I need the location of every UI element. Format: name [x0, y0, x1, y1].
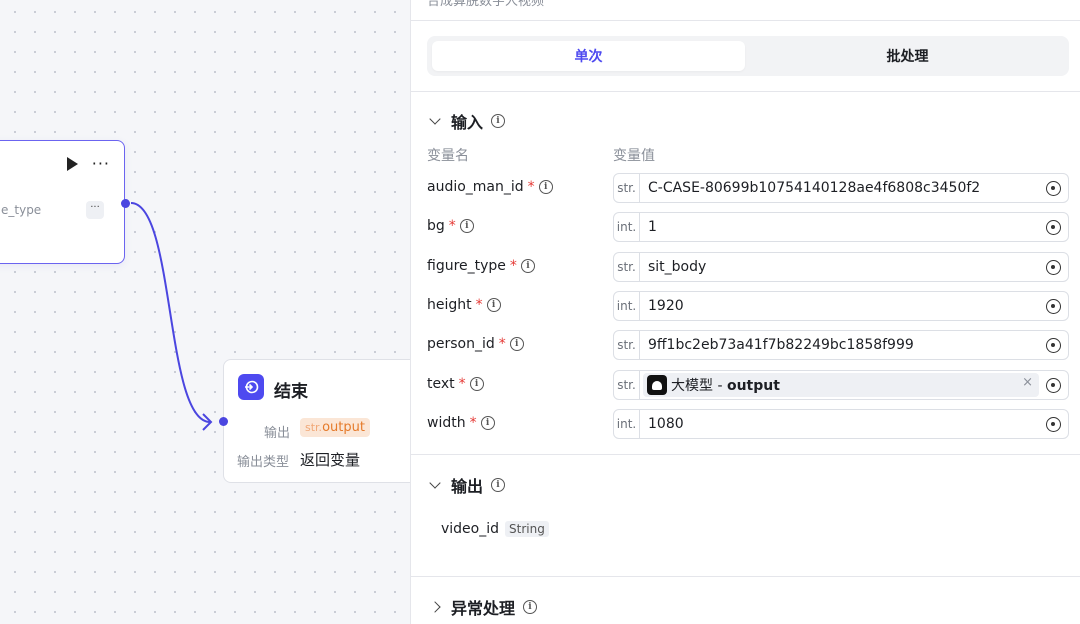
info-icon[interactable]: i — [520, 259, 535, 273]
output-variable-tag: str.output — [300, 418, 370, 437]
type-label: int. — [614, 410, 640, 438]
type-label: str. — [614, 253, 640, 281]
input-section-title: 输入 — [451, 113, 484, 132]
run-mode-tabs: 单次 批处理 — [427, 36, 1069, 76]
variable-reference-icon[interactable] — [1046, 181, 1061, 196]
divider — [411, 576, 1080, 577]
input-section-toggle[interactable]: 输入 i — [427, 109, 506, 133]
end-node-title: 结束 — [274, 382, 308, 402]
output-label: 输出 — [264, 426, 291, 441]
variable-name: person_id * i — [427, 336, 524, 352]
variable-value-field[interactable]: str. C-CASE-80699b10754140128ae4f6808c34… — [613, 173, 1069, 203]
variable-name: audio_man_id * i — [427, 179, 553, 195]
chevron-down-icon — [429, 113, 441, 125]
tab-single[interactable]: 单次 — [432, 41, 745, 71]
output-type-value: 返回变量 — [300, 451, 361, 469]
panel-title: 合成算脱数字人视频 — [427, 0, 545, 9]
divider — [411, 20, 1080, 21]
info-icon[interactable]: i — [538, 180, 553, 194]
input-row-bg: bg * i int. 1 — [427, 212, 1069, 242]
type-label: str. — [614, 371, 640, 399]
variable-value[interactable]: 1 — [640, 219, 1068, 235]
input-row-width: width * i int. 1080 — [427, 409, 1069, 439]
variable-value-field[interactable]: int. 1 — [613, 212, 1069, 242]
variable-reference-icon[interactable] — [1046, 417, 1061, 432]
chevron-right-icon — [429, 601, 441, 613]
tab-batch[interactable]: 批处理 — [751, 41, 1064, 71]
variable-value-field[interactable]: int. 1920 — [613, 291, 1069, 321]
info-icon[interactable]: i — [491, 478, 506, 492]
info-icon[interactable]: i — [523, 600, 538, 614]
output-variable-name: video_id — [441, 521, 500, 537]
divider — [411, 454, 1080, 455]
variable-reference-icon[interactable] — [1046, 338, 1061, 353]
error-section-title: 异常处理 — [451, 599, 516, 618]
end-node-icon — [238, 374, 264, 400]
input-row-person-id: person_id * i str. 9ff1bc2eb73a41f7b82249b… — [427, 330, 1069, 360]
output-section-title: 输出 — [451, 477, 484, 496]
variable-name: figure_type * i — [427, 258, 535, 274]
workflow-canvas[interactable]: ··· e_type ··· 结束 输出 str.output 输出类型 返回变… — [0, 0, 410, 624]
variable-value[interactable]: 1080 — [640, 416, 1068, 432]
variable-value-field[interactable]: str. 9ff1bc2eb73a41f7b82249bc1858f999 — [613, 330, 1069, 360]
reference-text: 大模型 - output — [671, 378, 780, 394]
variable-value[interactable]: 1920 — [640, 298, 1068, 314]
type-label: str. — [614, 174, 640, 202]
variable-reference-icon[interactable] — [1046, 260, 1061, 275]
info-icon[interactable]: i — [486, 298, 501, 312]
output-section-toggle[interactable]: 输出 i — [427, 473, 506, 497]
info-icon[interactable]: i — [480, 416, 495, 430]
variable-name: width * i — [427, 415, 495, 431]
close-icon[interactable]: × — [1022, 375, 1033, 390]
divider — [411, 91, 1080, 92]
variable-value[interactable]: 9ff1bc2eb73a41f7b82249bc1858f999 — [640, 337, 1068, 353]
type-label: str. — [614, 331, 640, 359]
variable-name: text * i — [427, 376, 484, 392]
variable-name: bg * i — [427, 218, 474, 234]
variable-value-field[interactable]: int. 1080 — [613, 409, 1069, 439]
info-icon[interactable]: i — [469, 377, 484, 391]
input-row-audio-man-id: audio_man_id * i str. C-CASE-80699b1075414… — [427, 173, 1069, 203]
end-node[interactable]: 结束 输出 str.output 输出类型 返回变量 — [219, 359, 410, 483]
connection-edge — [130, 202, 213, 431]
input-port[interactable] — [219, 417, 228, 426]
input-row-text: text * i str. 大模型 - output × — [427, 370, 1069, 400]
info-icon[interactable]: i — [459, 219, 474, 233]
variable-reference-icon[interactable] — [1046, 378, 1061, 393]
output-variable: video_id String — [441, 521, 549, 537]
variable-reference-icon[interactable] — [1046, 299, 1061, 314]
output-variable-type: String — [505, 521, 549, 537]
variable-reference-chip[interactable]: 大模型 - output × — [643, 373, 1039, 397]
variable-value-field[interactable]: str. 大模型 - output × — [613, 370, 1069, 400]
llm-robot-icon — [647, 375, 667, 395]
info-icon[interactable]: i — [509, 337, 524, 351]
variable-value-field[interactable]: str. sit_body — [613, 252, 1069, 282]
column-header-value: 变量值 — [613, 148, 655, 164]
variable-reference-icon[interactable] — [1046, 220, 1061, 235]
column-header-name: 变量名 — [427, 148, 469, 164]
info-icon[interactable]: i — [491, 114, 506, 128]
variable-value[interactable]: C-CASE-80699b10754140128ae4f6808c3450f2 — [640, 180, 1068, 196]
type-label: int. — [614, 292, 640, 320]
output-type-label: 输出类型 — [237, 455, 290, 470]
input-row-figure-type: figure_type * i str. sit_body — [427, 252, 1069, 282]
variable-value[interactable]: sit_body — [640, 259, 1068, 275]
chevron-down-icon — [429, 477, 441, 489]
error-handling-toggle[interactable]: 异常处理 i — [427, 595, 538, 619]
variable-name: height * i — [427, 297, 501, 313]
input-row-height: height * i int. 1920 — [427, 291, 1069, 321]
test-run-panel: 合成算脱数字人视频 单次 批处理 输入 i 变量名 变量值 audio_man_… — [410, 0, 1080, 624]
type-label: int. — [614, 213, 640, 241]
